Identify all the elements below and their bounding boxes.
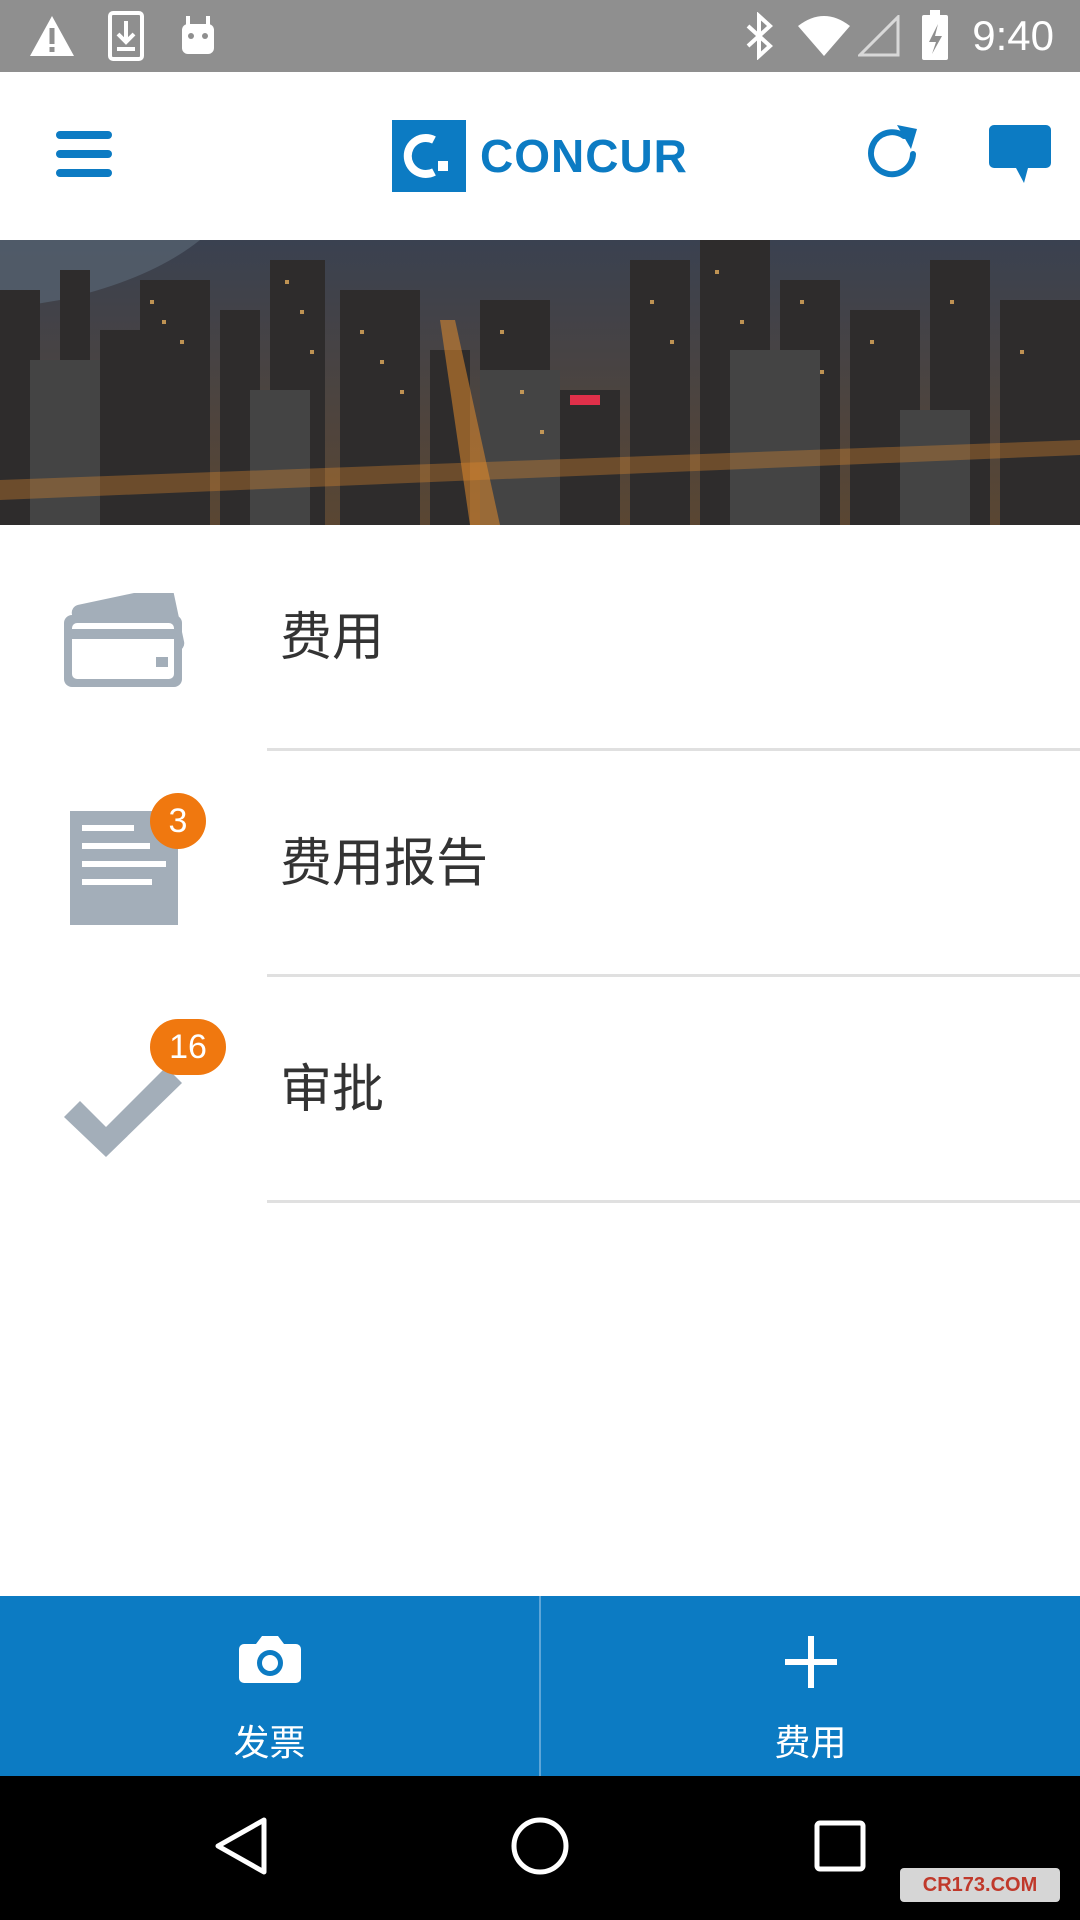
menu-item-approvals[interactable]: 16 审批 <box>0 977 1080 1203</box>
menu-item-label: 费用 <box>280 608 385 668</box>
menu-item-label: 费用报告 <box>280 834 489 894</box>
menu-item-expenses[interactable]: 费用 <box>0 525 1080 751</box>
battery-icon <box>920 10 950 62</box>
recents-square-icon <box>814 1820 866 1876</box>
status-time: 9:40 <box>972 12 1054 59</box>
receipt-button[interactable]: 发票 <box>0 1596 539 1776</box>
city-skyline-illustration <box>0 240 1080 525</box>
hamburger-menu-icon <box>54 129 114 183</box>
watermark-logo: CR173.COM <box>900 1868 1060 1902</box>
warning-icon <box>28 10 76 62</box>
concur-logo-mark-icon <box>392 120 466 192</box>
wifi-icon <box>796 10 852 62</box>
logo-text: CONCUR <box>480 130 688 182</box>
receipt-label: 发票 <box>233 1723 306 1764</box>
checkmark-icon <box>62 1067 182 1161</box>
divider <box>267 1200 1080 1203</box>
chat-bubble-icon <box>988 123 1052 189</box>
add-expense-button[interactable]: 费用 <box>541 1596 1080 1776</box>
download-icon <box>108 10 144 62</box>
back-button[interactable] <box>180 1776 300 1920</box>
concur-logo: CONCUR <box>392 120 688 192</box>
menu-item-label: 审批 <box>280 1060 385 1120</box>
add-expense-label: 费用 <box>774 1723 847 1764</box>
approvals-count-badge: 16 <box>150 1019 226 1075</box>
messages-button[interactable] <box>976 112 1064 200</box>
refresh-button[interactable] <box>848 112 936 200</box>
navigation-bar: CR173.COM <box>0 1776 1080 1920</box>
bluetooth-icon <box>744 10 776 62</box>
home-button[interactable] <box>480 1776 600 1920</box>
menu-button[interactable] <box>40 112 128 200</box>
cell-signal-icon <box>858 10 900 62</box>
plus-icon <box>783 1634 839 1694</box>
recents-button[interactable] <box>780 1776 900 1920</box>
menu-item-expense-reports[interactable]: 3 费用报告 <box>0 751 1080 977</box>
credit-card-icon <box>62 586 186 693</box>
reports-count-badge: 3 <box>150 793 206 849</box>
bottom-action-bar: 发票 费用 <box>0 1596 1080 1776</box>
refresh-icon <box>859 121 925 191</box>
back-triangle-icon <box>212 1816 268 1880</box>
status-bar: 9:40 <box>0 0 1080 72</box>
android-icon <box>178 10 218 62</box>
home-circle-icon <box>510 1816 570 1880</box>
camera-icon <box>238 1634 302 1688</box>
city-banner-image <box>0 240 1080 525</box>
